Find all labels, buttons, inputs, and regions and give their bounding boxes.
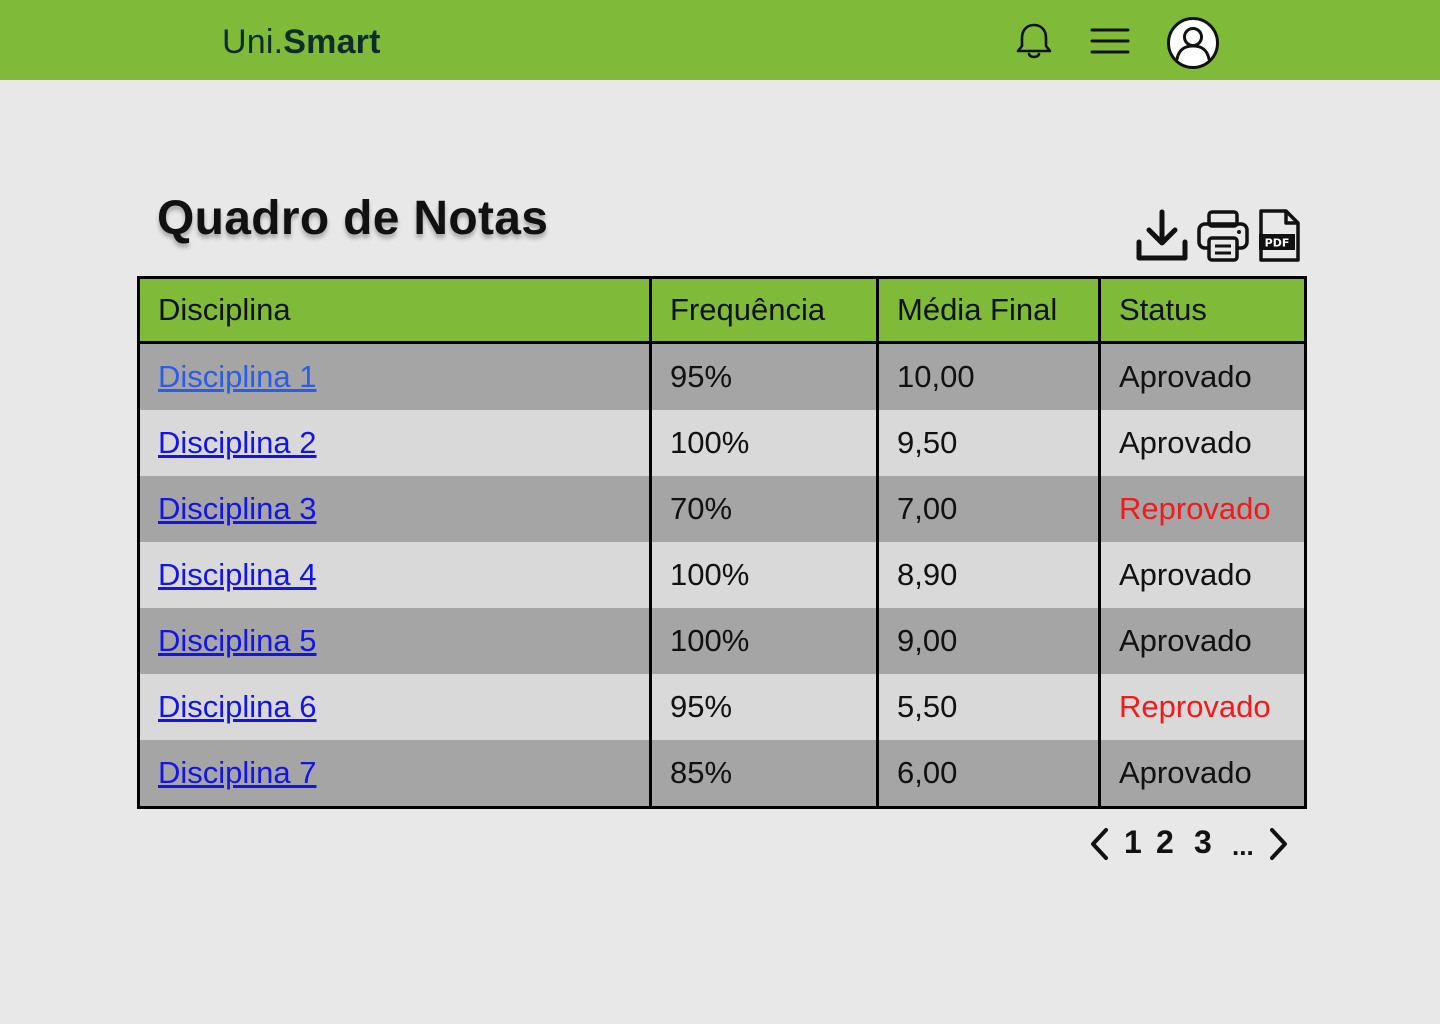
cell-frequencia: 95% — [649, 342, 879, 410]
table-row: Disciplina 7 85% 6,00 Aprovado — [137, 740, 1307, 808]
cell-media: 7,00 — [876, 476, 1101, 542]
page-1-button[interactable]: 1 — [1124, 822, 1142, 862]
disciplina-link[interactable]: Disciplina 2 — [158, 425, 317, 460]
table-row: Disciplina 1 95% 10,00 Aprovado — [137, 342, 1307, 410]
page-ellipsis: ... — [1232, 831, 1254, 861]
cell-frequencia: 100% — [649, 410, 879, 476]
app-logo[interactable]: Uni.Smart — [222, 22, 381, 62]
table-header: Disciplina Frequência Média Final Status — [137, 277, 1307, 344]
cell-status: Aprovado — [1098, 410, 1307, 476]
cell-frequencia: 95% — [649, 674, 879, 740]
page-title: Quadro de Notas — [157, 192, 549, 245]
page-2-button[interactable]: 2 — [1156, 822, 1174, 862]
table-row: Disciplina 4 100% 8,90 Aprovado — [137, 542, 1307, 608]
disciplina-link[interactable]: Disciplina 4 — [158, 557, 317, 592]
cell-status: Aprovado — [1098, 342, 1307, 410]
cell-disciplina: Disciplina 2 — [137, 410, 652, 476]
cell-disciplina: Disciplina 4 — [137, 542, 652, 608]
cell-media: 10,00 — [876, 342, 1101, 410]
cell-status: Aprovado — [1098, 542, 1307, 608]
header-media-final: Média Final — [876, 277, 1101, 344]
disciplina-link[interactable]: Disciplina 7 — [158, 755, 317, 790]
cell-disciplina: Disciplina 7 — [137, 740, 652, 808]
disciplina-link[interactable]: Disciplina 1 — [158, 359, 317, 394]
cell-disciplina: Disciplina 6 — [137, 674, 652, 740]
table-row: Disciplina 6 95% 5,50 Reprovado — [137, 674, 1307, 740]
pdf-icon[interactable]: PDF — [1256, 208, 1302, 264]
cell-status: Aprovado — [1098, 608, 1307, 674]
cell-media: 6,00 — [876, 740, 1101, 808]
table-row: Disciplina 2 100% 9,50 Aprovado — [137, 410, 1307, 476]
cell-media: 5,50 — [876, 674, 1101, 740]
logo-bold: Smart — [283, 23, 381, 61]
table-row: Disciplina 5 100% 9,00 Aprovado — [137, 608, 1307, 674]
svg-text:PDF: PDF — [1265, 237, 1290, 250]
table-row: Disciplina 3 70% 7,00 Reprovado — [137, 476, 1307, 542]
cell-media: 8,90 — [876, 542, 1101, 608]
cell-disciplina: Disciplina 3 — [137, 476, 652, 542]
header-row: Disciplina Frequência Média Final Status — [137, 277, 1307, 344]
cell-frequencia: 100% — [649, 542, 879, 608]
disciplina-link[interactable]: Disciplina 6 — [158, 689, 317, 724]
pagination: 1 2 3 ... — [0, 822, 1440, 864]
cell-disciplina: Disciplina 1 — [137, 342, 652, 410]
chevron-right-icon[interactable] — [1266, 826, 1290, 862]
table-body: Disciplina 1 95% 10,00 Aprovado Discipli… — [137, 342, 1307, 808]
cell-frequencia: 70% — [649, 476, 879, 542]
disciplina-link[interactable]: Disciplina 3 — [158, 491, 317, 526]
cell-media: 9,00 — [876, 608, 1101, 674]
header-disciplina: Disciplina — [137, 277, 652, 344]
cell-disciplina: Disciplina 5 — [137, 608, 652, 674]
cell-frequencia: 85% — [649, 740, 879, 808]
cell-media: 9,50 — [876, 410, 1101, 476]
print-icon[interactable] — [1196, 208, 1250, 264]
cell-status: Reprovado — [1098, 674, 1307, 740]
header-frequencia: Frequência — [649, 277, 879, 344]
cell-status: Reprovado — [1098, 476, 1307, 542]
page-3-button[interactable]: 3 — [1194, 822, 1212, 862]
grades-table: Disciplina Frequência Média Final Status… — [137, 276, 1307, 809]
top-bar: Uni.Smart — [0, 0, 1440, 80]
logo-prefix: Uni. — [222, 23, 284, 61]
chevron-left-icon[interactable] — [1088, 826, 1112, 862]
disciplina-link[interactable]: Disciplina 5 — [158, 623, 317, 658]
bell-icon[interactable] — [1012, 18, 1056, 62]
cell-status: Aprovado — [1098, 740, 1307, 808]
cell-frequencia: 100% — [649, 608, 879, 674]
download-icon[interactable] — [1134, 208, 1190, 264]
menu-icon[interactable] — [1088, 22, 1132, 60]
user-profile-icon[interactable] — [1166, 16, 1220, 70]
header-status: Status — [1098, 277, 1307, 344]
